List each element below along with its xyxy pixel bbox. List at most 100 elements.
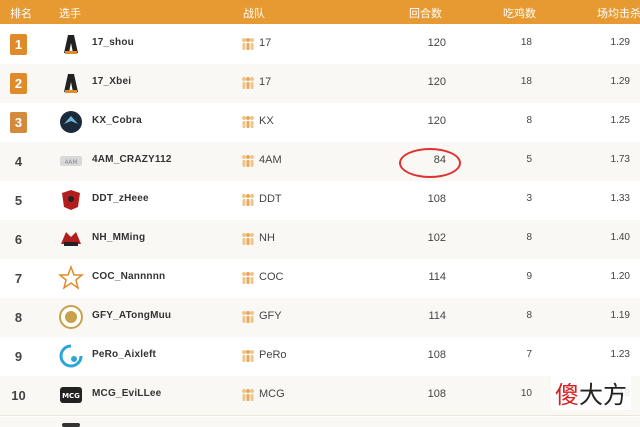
rank-cell: 4 (14, 154, 23, 169)
player-avatar (58, 109, 84, 135)
kpr-cell: 1.29 (610, 76, 630, 87)
header-kpr[interactable]: 场均击杀 (597, 5, 640, 21)
table-row[interactable]: 5 DDT_zHeee DDT 108 3 1.33 (0, 181, 640, 221)
player-avatar (58, 70, 84, 96)
header-team[interactable]: 战队 (243, 5, 265, 21)
table-row[interactable]: 7 COC_Nannnnn COC 114 9 1.20 (0, 259, 640, 299)
team-name[interactable]: PeRo (259, 349, 287, 361)
team-name[interactable]: 17 (259, 76, 271, 88)
kpr-cell: 1.33 (610, 193, 630, 204)
rank-cell: 7 (14, 271, 23, 286)
team-name[interactable]: COC (259, 271, 283, 283)
player-name[interactable]: 17_shou (92, 37, 134, 48)
chicken-cell: 8 (526, 115, 532, 126)
player-name[interactable]: KX_Cobra (92, 115, 142, 126)
kpr-cell: 1.40 (610, 232, 630, 243)
highlight-circle (399, 148, 461, 178)
chicken-cell: 9 (526, 271, 532, 282)
kpr-cell: 1.73 (610, 154, 630, 165)
team-icon (240, 115, 256, 129)
table-row-partial (0, 417, 640, 427)
player-avatar (58, 31, 84, 57)
player-name[interactable]: COC_Nannnnn (92, 271, 165, 282)
kpr-cell: 1.20 (610, 271, 630, 282)
team-icon (240, 388, 256, 402)
kpr-cell: 1.19 (610, 310, 630, 321)
team-icon (240, 37, 256, 51)
table-header: 排名 选手 战队 回合数 吃鸡数 场均击杀 (0, 0, 640, 24)
team-name[interactable]: MCG (259, 388, 285, 400)
team-name[interactable]: NH (259, 232, 275, 244)
avatar (62, 423, 80, 427)
rank-cell: 10 (11, 388, 26, 403)
kpr-cell: 1.23 (610, 349, 630, 360)
kpr-cell: 1.25 (610, 115, 630, 126)
header-rank[interactable]: 排名 (10, 5, 32, 21)
rank-cell: 6 (14, 232, 23, 247)
rounds-cell: 114 (428, 310, 446, 322)
rank-cell: 3 (10, 112, 27, 133)
rank-cell: 1 (10, 34, 27, 55)
chicken-cell: 5 (526, 154, 532, 165)
team-icon (240, 310, 256, 324)
rounds-cell: 108 (427, 349, 446, 361)
team-icon (240, 193, 256, 207)
table-row[interactable]: 3 KX_Cobra KX 120 8 1.25 (0, 103, 640, 143)
player-name[interactable]: MCG_EviLLee (92, 388, 161, 399)
chicken-cell: 18 (520, 37, 532, 48)
team-name[interactable]: GFY (259, 310, 282, 322)
table-row[interactable]: 1 17_shou 17 120 18 1.29 (0, 25, 640, 65)
player-avatar (58, 343, 84, 369)
team-name[interactable]: DDT (259, 193, 282, 205)
watermark: 傻大方 (551, 375, 631, 410)
rounds-cell: 108 (427, 388, 446, 400)
player-name[interactable]: NH_MMing (92, 232, 145, 243)
header-chicken[interactable]: 吃鸡数 (503, 5, 536, 21)
player-avatar (58, 226, 84, 252)
player-avatar (58, 304, 84, 330)
watermark-part2: 大方 (579, 381, 627, 409)
team-icon (240, 76, 256, 90)
chicken-cell: 18 (520, 76, 532, 87)
player-name[interactable]: 4AM_CRAZY112 (92, 154, 172, 165)
team-icon (240, 232, 256, 246)
header-rounds[interactable]: 回合数 (409, 5, 442, 21)
watermark-part1: 傻 (555, 381, 579, 409)
kpr-cell: 1.29 (610, 37, 630, 48)
player-name[interactable]: 17_Xbei (92, 76, 131, 87)
chicken-cell: 3 (526, 193, 532, 204)
team-name[interactable]: 4AM (259, 154, 282, 166)
table-row[interactable]: 8 GFY_ATongMuu GFY 114 8 1.19 (0, 298, 640, 338)
team-icon (240, 271, 256, 285)
rounds-cell: 108 (427, 193, 446, 205)
header-player[interactable]: 选手 (59, 5, 81, 21)
player-avatar: MCG (58, 382, 84, 408)
team-icon (240, 154, 256, 168)
player-name[interactable]: GFY_ATongMuu (92, 310, 171, 321)
chicken-cell: 7 (526, 349, 532, 360)
rank-cell: 8 (14, 310, 23, 325)
player-name[interactable]: DDT_zHeee (92, 193, 149, 204)
svg-text:MCG: MCG (62, 392, 80, 400)
table-row[interactable]: 10MCGMCG_EviLLeeMCG108101.18 (0, 376, 640, 416)
rank-cell: 2 (10, 73, 27, 94)
chicken-cell: 10 (520, 388, 532, 399)
player-avatar (57, 264, 85, 291)
team-name[interactable]: 17 (259, 37, 271, 49)
rank-cell: 9 (14, 349, 23, 364)
table-row[interactable]: 9 PeRo_Aixleft PeRo 108 7 1.23 (0, 337, 640, 377)
rounds-cell: 102 (427, 232, 446, 244)
team-name[interactable]: KX (259, 115, 274, 127)
table-row[interactable]: 6 NH_MMing NH 102 8 1.40 (0, 220, 640, 260)
player-name[interactable]: PeRo_Aixleft (92, 349, 156, 360)
chicken-cell: 8 (526, 310, 532, 321)
player-avatar: 4AM (58, 148, 84, 174)
rounds-cell: 120 (427, 76, 446, 88)
chicken-cell: 8 (526, 232, 532, 243)
team-icon (240, 349, 256, 363)
table-row[interactable]: 4 4AM 4AM_CRAZY112 4AM 84 5 1.73 (0, 142, 640, 182)
rounds-cell: 120 (427, 37, 446, 49)
player-avatar (58, 187, 84, 213)
svg-text:4AM: 4AM (64, 159, 77, 166)
table-row[interactable]: 2 17_Xbei 17 120 18 1.29 (0, 64, 640, 104)
